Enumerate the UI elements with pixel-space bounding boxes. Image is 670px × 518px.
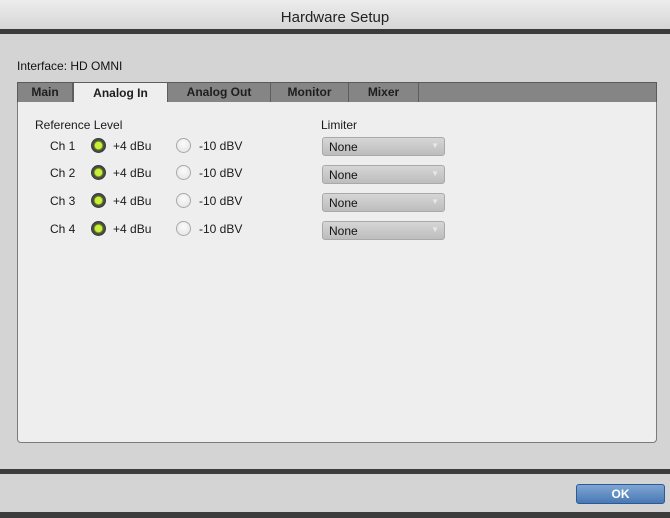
- radio-label: -10 dBV: [199, 166, 243, 180]
- limiter-value: None: [329, 196, 358, 210]
- dropdown-arrow-icon: ▼: [431, 225, 439, 234]
- footer-divider: [0, 469, 670, 474]
- radio-minus10-dbv[interactable]: [176, 138, 191, 153]
- radio-label: +4 dBu: [113, 194, 152, 208]
- limiter-select[interactable]: None ▼: [322, 165, 445, 184]
- analog-in-panel: Reference Level Limiter Ch 1 +4 dBu -10 …: [17, 102, 657, 443]
- limiter-value: None: [329, 224, 358, 238]
- tab-mixer[interactable]: Mixer: [349, 83, 419, 102]
- radio-plus4-dbu[interactable]: [91, 193, 106, 208]
- radio-label: +4 dBu: [113, 139, 152, 153]
- tab-analog-in[interactable]: Analog In: [73, 82, 168, 102]
- radio-label: -10 dBV: [199, 222, 243, 236]
- window-title: Hardware Setup: [280, 9, 390, 26]
- limiter-select[interactable]: None ▼: [322, 193, 445, 212]
- radio-label: -10 dBV: [199, 139, 243, 153]
- limiter-value: None: [329, 140, 358, 154]
- tab-analog-out[interactable]: Analog Out: [168, 83, 271, 102]
- interface-label: Interface:: [17, 59, 68, 73]
- radio-label: +4 dBu: [113, 166, 152, 180]
- bottom-divider: [0, 512, 670, 518]
- radio-plus4-dbu[interactable]: [91, 138, 106, 153]
- interface-value: HD OMNI: [70, 59, 123, 73]
- radio-label: +4 dBu: [113, 222, 152, 236]
- limiter-select[interactable]: None ▼: [322, 221, 445, 240]
- radio-minus10-dbv[interactable]: [176, 193, 191, 208]
- dropdown-arrow-icon: ▼: [431, 197, 439, 206]
- dropdown-arrow-icon: ▼: [431, 141, 439, 150]
- channel-label: Ch 1: [50, 139, 76, 153]
- radio-plus4-dbu[interactable]: [91, 221, 106, 236]
- channel-label: Ch 3: [50, 194, 76, 208]
- channel-label: Ch 2: [50, 166, 76, 180]
- tab-main[interactable]: Main: [18, 83, 73, 102]
- radio-label: -10 dBV: [199, 194, 243, 208]
- interface-indicator: Interface: HD OMNI: [17, 59, 122, 73]
- radio-minus10-dbv[interactable]: [176, 221, 191, 236]
- radio-plus4-dbu[interactable]: [91, 165, 106, 180]
- dropdown-arrow-icon: ▼: [431, 169, 439, 178]
- tab-bar: Main Analog In Analog Out Monitor Mixer: [17, 82, 657, 102]
- title-bar: Hardware Setup: [0, 0, 670, 34]
- reference-level-heading: Reference Level: [35, 118, 123, 132]
- limiter-select[interactable]: None ▼: [322, 137, 445, 156]
- channel-label: Ch 4: [50, 222, 76, 236]
- radio-minus10-dbv[interactable]: [176, 165, 191, 180]
- tab-monitor[interactable]: Monitor: [271, 83, 349, 102]
- limiter-heading: Limiter: [321, 118, 358, 132]
- limiter-value: None: [329, 168, 358, 182]
- ok-button[interactable]: OK: [576, 484, 665, 504]
